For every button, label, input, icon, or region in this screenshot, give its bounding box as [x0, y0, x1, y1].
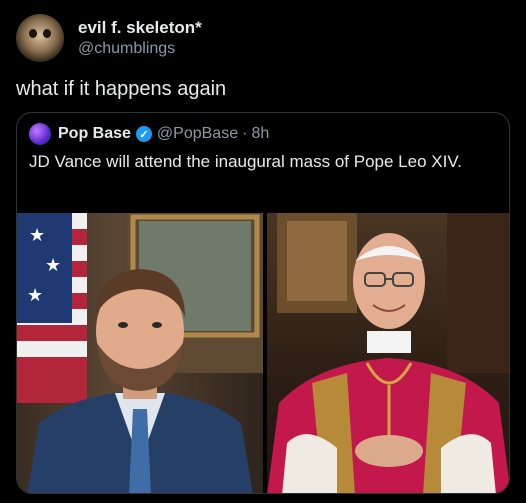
jd-vance-portrait-illustration: ★ ★ ★	[17, 213, 263, 493]
tweet-text: what if it happens again	[16, 78, 227, 100]
jd-vance-portrait[interactable]: ★ ★ ★	[17, 213, 263, 493]
skull-avatar-icon[interactable]	[16, 14, 64, 62]
svg-text:★: ★	[45, 255, 61, 276]
author-names: evil f. skeleton* @chumblings	[78, 17, 202, 59]
author-display-name[interactable]: evil f. skeleton*	[78, 17, 202, 38]
quoted-tweet-header: Pop Base ✓ @PopBase · 8h	[29, 123, 269, 145]
tweet-header: evil f. skeleton* @chumblings	[16, 14, 202, 62]
meta-separator: ·	[242, 125, 248, 142]
pop-base-avatar-icon[interactable]	[29, 123, 51, 145]
svg-text:★: ★	[29, 225, 45, 246]
quoted-author-handle[interactable]: @PopBase	[157, 125, 238, 143]
quoted-author-display-name[interactable]: Pop Base	[58, 125, 131, 143]
pope-leo-portrait-illustration	[267, 213, 509, 493]
quoted-tweet-time[interactable]: 8h	[251, 125, 269, 143]
quoted-tweet-text: JD Vance will attend the inaugural mass …	[29, 152, 462, 171]
quoted-tweet-card[interactable]: Pop Base ✓ @PopBase · 8h JD Vance will a…	[16, 112, 510, 494]
svg-text:★: ★	[27, 285, 43, 306]
verified-badge-icon: ✓	[135, 126, 152, 142]
author-handle[interactable]: @chumblings	[78, 38, 202, 59]
pope-leo-portrait[interactable]	[267, 213, 509, 493]
